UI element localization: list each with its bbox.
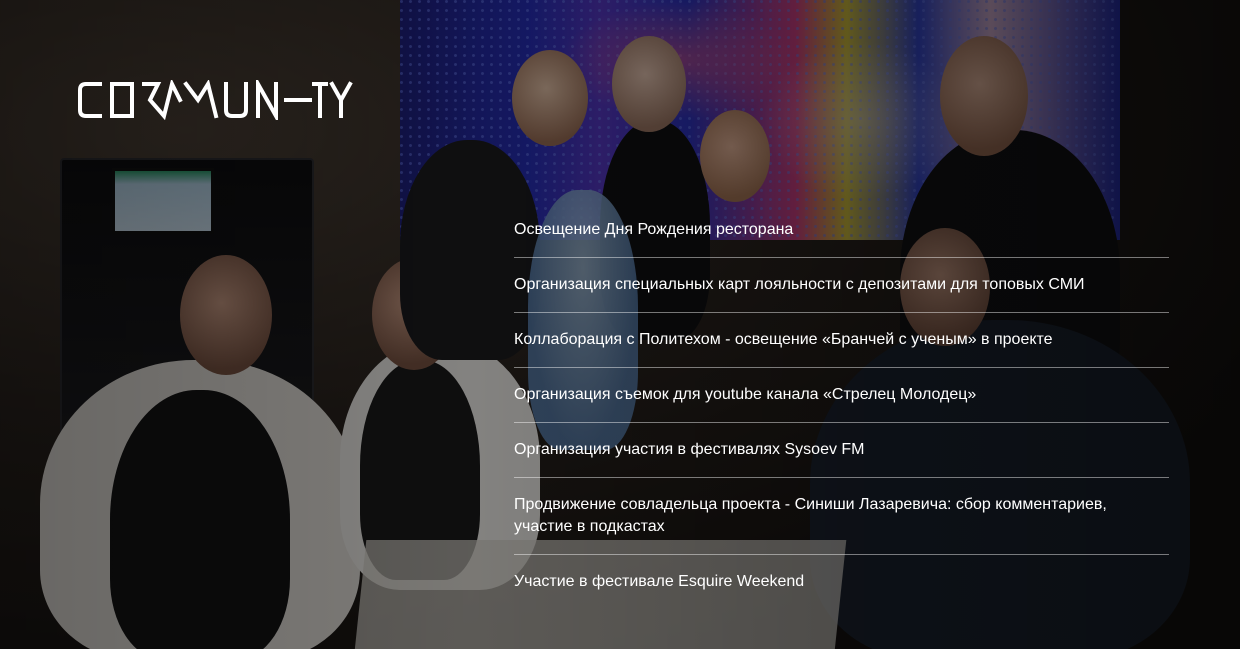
list-item: Организация съемок для youtube канала «С…: [514, 368, 1169, 423]
list-item: Организация специальных карт лояльности …: [514, 258, 1169, 313]
list-item: Участие в фестивале Esquire Weekend: [514, 573, 805, 590]
list-item: Освещение Дня Рождения ресторана: [514, 203, 1169, 258]
achievements-list: Освещение Дня Рождения ресторана Организ…: [514, 203, 1169, 609]
list-item: Организация участия в фестивалях Sysoev …: [514, 423, 1169, 478]
community-logo: [78, 80, 354, 120]
list-item: Продвижение совладельца проекта - Синиши…: [514, 478, 1169, 555]
list-item: Коллаборация с Политехом - освещение «Бр…: [514, 313, 1169, 368]
community-logo-svg: [78, 80, 353, 120]
